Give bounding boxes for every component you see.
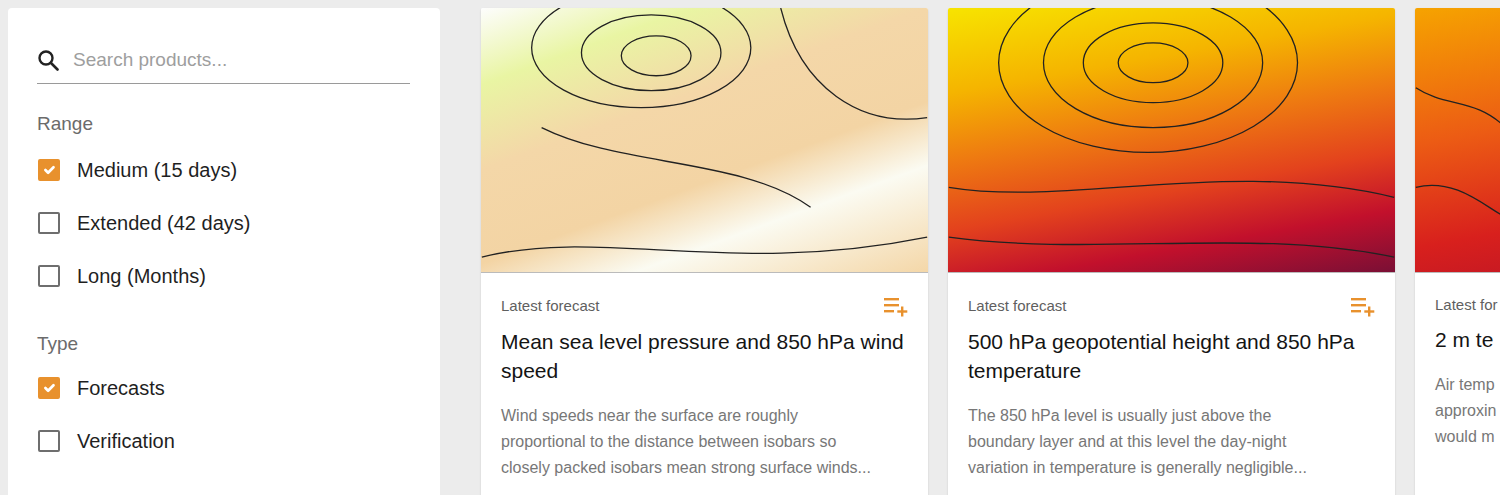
add-to-playlist-icon[interactable] — [1351, 295, 1377, 317]
description-line: The 850 hPa level is usually just above … — [968, 403, 1377, 429]
card-title[interactable]: Mean sea level pressure and 850 hPa wind… — [501, 327, 910, 385]
product-card[interactable]: Latest forecast 500 hPa geopotential heig… — [948, 8, 1395, 495]
filter-label[interactable]: Verification — [77, 428, 175, 454]
description-line: closely packed isobars mean strong surfa… — [501, 455, 910, 481]
card-header-row: Latest for — [1435, 295, 1500, 315]
filter-option[interactable]: Long (Months) — [37, 250, 410, 303]
filter-option[interactable]: Forecasts — [37, 362, 410, 415]
description-line: Wind speeds near the surface are roughly — [501, 403, 910, 429]
product-card[interactable]: Latest for 2 m te Air tempapproxinwould m — [1415, 8, 1500, 495]
filter-label[interactable]: Long (Months) — [77, 263, 206, 289]
filter-heading: Type — [37, 332, 410, 356]
search-field[interactable] — [37, 46, 410, 84]
description-line: would m — [1435, 424, 1500, 450]
forecast-map[interactable] — [1415, 8, 1500, 273]
filter-label[interactable]: Extended (42 days) — [77, 210, 250, 236]
filter-checkbox[interactable] — [38, 430, 60, 452]
card-header-row: Latest forecast — [968, 295, 1377, 317]
forecast-map-chart — [481, 8, 928, 272]
filter-sidebar: Range Medium (15 days) Extended (42 days) L… — [8, 8, 440, 495]
search-icon — [37, 49, 59, 71]
forecast-map-chart — [948, 8, 1395, 272]
filter-label[interactable]: Forecasts — [77, 375, 165, 401]
card-status: Latest for — [1435, 295, 1498, 315]
forecast-map[interactable] — [481, 8, 928, 273]
card-description: Wind speeds near the surface are roughly… — [501, 403, 910, 481]
card-body: Latest forecast 500 hPa geopotential heig… — [948, 273, 1395, 481]
card-status: Latest forecast — [968, 296, 1066, 316]
filter-option[interactable]: Medium (15 days) — [37, 144, 410, 197]
description-line: Air temp — [1435, 372, 1500, 398]
description-line: boundary layer and at this level the day… — [968, 429, 1377, 455]
filter-checkbox[interactable] — [38, 265, 60, 287]
card-header-row: Latest forecast — [501, 295, 910, 317]
forecast-map[interactable] — [948, 8, 1395, 273]
filter-option[interactable]: Extended (42 days) — [37, 197, 410, 250]
product-list: Latest forecast Mean sea level pressure a… — [481, 8, 1500, 495]
filter-checkbox[interactable] — [38, 159, 60, 181]
card-status: Latest forecast — [501, 296, 599, 316]
card-title[interactable]: 500 hPa geopotential height and 850 hPa … — [968, 327, 1377, 385]
filter-checkbox[interactable] — [38, 212, 60, 234]
card-title[interactable]: 2 m te — [1435, 325, 1500, 354]
filter-heading: Range — [37, 112, 410, 136]
filter-option[interactable]: Verification — [37, 415, 410, 468]
card-description: The 850 hPa level is usually just above … — [968, 403, 1377, 481]
search-input[interactable] — [73, 46, 410, 75]
card-description: Air tempapproxinwould m — [1435, 372, 1500, 450]
filter-checkbox[interactable] — [38, 377, 60, 399]
card-body: Latest for 2 m te Air tempapproxinwould m — [1415, 273, 1500, 450]
description-line: approxin — [1435, 398, 1500, 424]
product-card[interactable]: Latest forecast Mean sea level pressure a… — [481, 8, 928, 495]
description-line: variation in temperature is generally ne… — [968, 455, 1377, 481]
add-to-playlist-icon[interactable] — [884, 295, 910, 317]
forecast-map-chart — [1415, 8, 1500, 272]
card-body: Latest forecast Mean sea level pressure a… — [481, 273, 928, 481]
filter-label[interactable]: Medium (15 days) — [77, 157, 237, 183]
description-line: proportional to the distance between iso… — [501, 429, 910, 455]
